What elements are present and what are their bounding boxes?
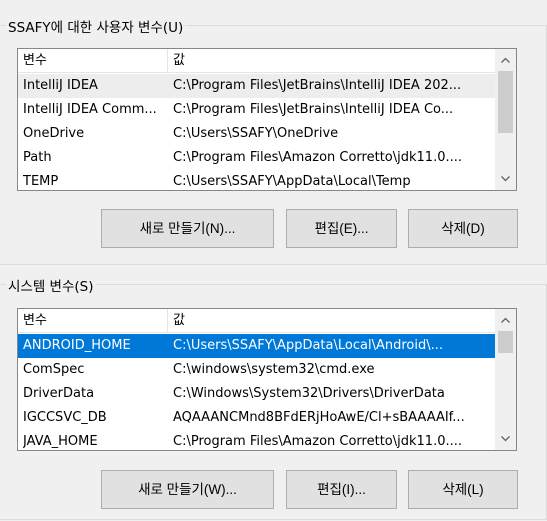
table-row[interactable]: Path C:\Program Files\Amazon Corretto\jd… (18, 146, 496, 170)
user-delete-button[interactable]: 삭제(D) (408, 209, 518, 248)
user-list-header: 변수 값 (18, 49, 496, 73)
table-row[interactable]: IntelliJ IDEA C:\Program Files\JetBrains… (18, 74, 496, 98)
vertical-scrollbar[interactable] (495, 49, 516, 190)
variable-name: ANDROID_HOME (23, 338, 131, 353)
column-header-variable[interactable]: 변수 (18, 309, 167, 332)
scrollbar-thumb[interactable] (498, 71, 513, 133)
variable-name: TEMP (23, 174, 59, 189)
variable-value: AQAAANCMnd8BFdERjHoAwE/Cl+sBAAAAIf... (173, 410, 465, 425)
system-variables-title: 시스템 변수(S) (6, 275, 96, 295)
variable-value: C:\Program Files\Amazon Corretto\jdk11.0… (173, 150, 462, 165)
system-list-header: 변수 값 (18, 309, 496, 333)
vertical-scrollbar[interactable] (495, 309, 516, 450)
variable-value: C:\Windows\System32\Drivers\DriverData (173, 386, 445, 401)
chevron-down-icon[interactable] (495, 170, 516, 188)
column-header-variable[interactable]: 변수 (18, 49, 167, 72)
table-row[interactable]: TEMP C:\Users\SSAFY\AppData\Local\Temp (18, 170, 496, 190)
user-variables-title: SSAFY에 대한 사용자 변수(U) (6, 16, 186, 36)
variable-name: IntelliJ IDEA (23, 78, 98, 93)
table-row[interactable]: OneDrive C:\Users\SSAFY\OneDrive (18, 122, 496, 146)
variable-value: C:\Users\SSAFY\OneDrive (173, 126, 339, 141)
variable-value: C:\Program Files\JetBrains\IntelliJ IDEA… (173, 102, 454, 117)
column-header-value[interactable]: 값 (168, 49, 496, 72)
scrollbar-thumb[interactable] (498, 331, 513, 353)
table-row[interactable]: IGCCSVC_DB AQAAANCMnd8BFdERjHoAwE/Cl+sBA… (18, 406, 496, 430)
variable-name: JAVA_HOME (23, 434, 98, 449)
variable-value: C:\windows\system32\cmd.exe (173, 362, 375, 377)
table-row[interactable]: JAVA_HOME C:\Program Files\Amazon Corret… (18, 430, 496, 450)
table-row[interactable]: ComSpec C:\windows\system32\cmd.exe (18, 358, 496, 382)
variable-value: C:\Program Files\Amazon Corretto\jdk11.0… (173, 434, 462, 449)
column-header-value[interactable]: 값 (168, 309, 496, 332)
chevron-up-icon[interactable] (495, 311, 516, 329)
variable-value: C:\Users\SSAFY\AppData\Local\Temp (173, 174, 411, 189)
user-new-button[interactable]: 새로 만들기(N)... (101, 209, 274, 248)
chevron-up-icon[interactable] (495, 51, 516, 69)
system-delete-button[interactable]: 삭제(L) (408, 470, 518, 509)
variable-name: IGCCSVC_DB (23, 410, 107, 425)
system-variables-list[interactable]: 변수 값 ANDROID_HOME C:\Users\SSAFY\AppData… (17, 308, 517, 451)
system-edit-button[interactable]: 편집(I)... (286, 470, 397, 509)
variable-name: Path (23, 150, 52, 165)
user-variables-list[interactable]: 변수 값 IntelliJ IDEA C:\Program Files\JetB… (17, 48, 517, 191)
variable-name: OneDrive (23, 126, 85, 141)
chevron-down-icon[interactable] (495, 430, 516, 448)
variable-name: DriverData (23, 386, 95, 401)
variable-name: IntelliJ IDEA Comm... (23, 102, 157, 117)
system-new-button[interactable]: 새로 만들기(W)... (101, 470, 274, 509)
variable-value: C:\Users\SSAFY\AppData\Local\Android\... (173, 338, 443, 353)
variable-name: ComSpec (23, 362, 85, 377)
table-row[interactable]: IntelliJ IDEA Comm... C:\Program Files\J… (18, 98, 496, 122)
variable-value: C:\Program Files\JetBrains\IntelliJ IDEA… (173, 78, 462, 93)
table-row[interactable]: DriverData C:\Windows\System32\Drivers\D… (18, 382, 496, 406)
table-row[interactable]: ANDROID_HOME C:\Users\SSAFY\AppData\Loca… (18, 334, 496, 358)
user-edit-button[interactable]: 편집(E)... (286, 209, 397, 248)
